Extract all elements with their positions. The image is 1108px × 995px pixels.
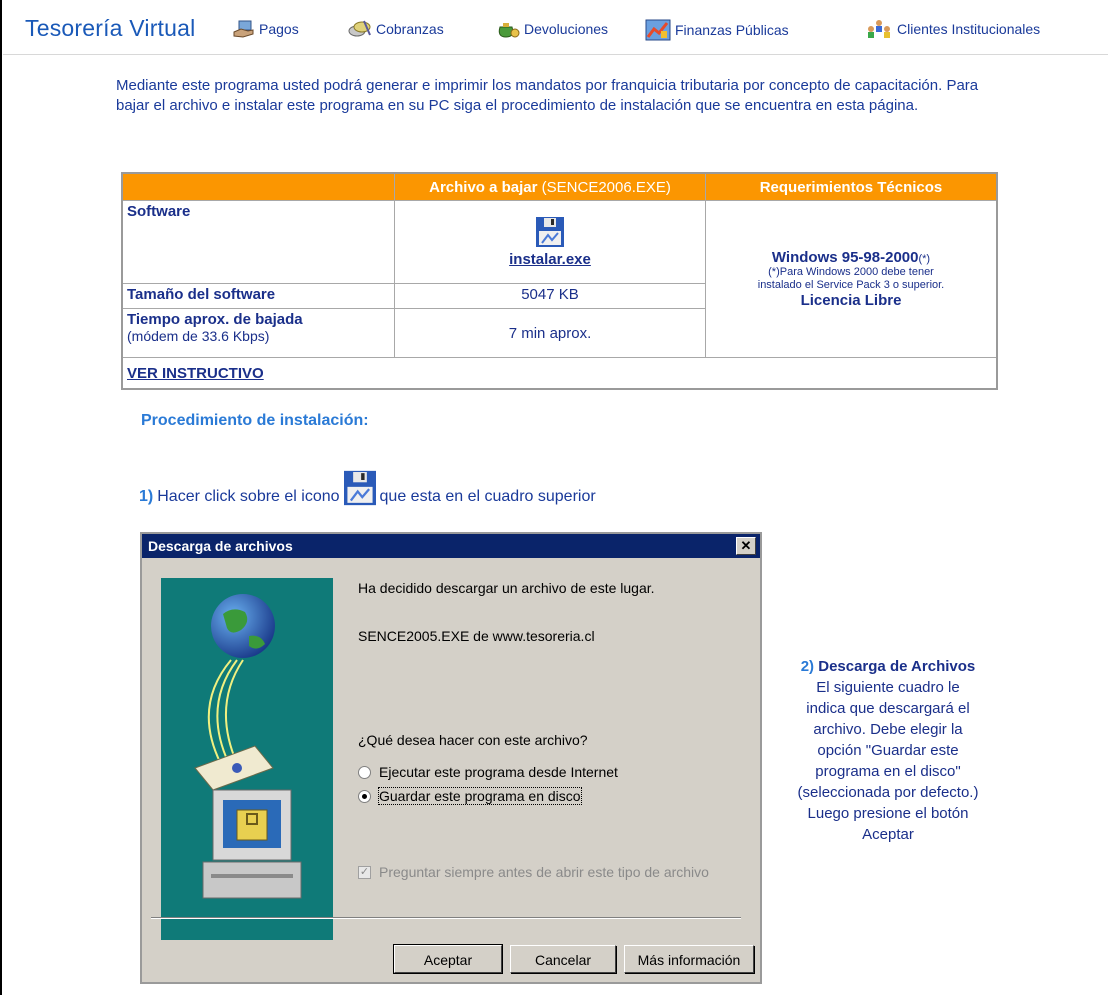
file-download-dialog: Descarga de archivos ✕ Ha decidido desca… <box>140 532 762 984</box>
table-header-row: Archivo a bajar (SENCE2006.EXE) Requerim… <box>121 172 998 201</box>
brand-title[interactable]: Tesorería Virtual <box>25 15 195 42</box>
nav-label: Pagos <box>259 21 299 37</box>
requirements-cell: Windows 95-98-2000(*) (*)Para Windows 20… <box>705 200 998 358</box>
step2-line: indica que descargará el <box>806 700 970 717</box>
checkbox-label: Preguntar siempre antes de abrir este ti… <box>379 864 709 880</box>
radio-label: Guardar este programa en disco <box>378 787 582 805</box>
checkmark-icon: ✓ <box>358 865 371 879</box>
download-illustration <box>161 578 333 940</box>
step1-instruction: 1) Hacer click sobre el icono que esta e… <box>139 470 596 506</box>
cancel-button[interactable]: Cancelar <box>510 945 616 973</box>
close-button[interactable]: ✕ <box>736 537 756 555</box>
always-ask-checkbox-row: ✓ Preguntar siempre antes de abrir este … <box>358 864 709 880</box>
accept-button[interactable]: Aceptar <box>393 944 503 974</box>
req-os: Windows 95-98-2000 <box>771 249 919 266</box>
header-empty-cell <box>121 172 395 201</box>
table-row: Software instalar.exe Windows 95-98-2000… <box>121 200 998 358</box>
money-bag-icon <box>498 23 520 38</box>
globe-computer-icon <box>194 594 302 899</box>
coins-icon <box>348 20 371 37</box>
step2-line: programa en el disco" <box>815 763 961 780</box>
dialog-title: Descarga de archivos <box>148 538 293 554</box>
instructivo-link[interactable]: VER INSTRUCTIVO <box>127 365 264 382</box>
procedure-title: Procedimiento de instalación: <box>141 412 369 429</box>
radio-label: Ejecutar este programa desde Internet <box>379 764 618 780</box>
row-label-time: Tiempo aprox. de bajada (módem de 33.6 K… <box>121 308 395 358</box>
left-frame-border <box>0 0 2 995</box>
row-label-time-sub: (módem de 33.6 Kbps) <box>127 328 270 344</box>
step2-line: El siguiente cuadro le <box>816 679 960 696</box>
download-cell: instalar.exe <box>394 200 706 284</box>
table-row: VER INSTRUCTIVO <box>121 357 998 390</box>
req-os-mark: (*) <box>918 253 931 265</box>
dialog-question: ¿Qué desea hacer con este archivo? <box>358 732 588 748</box>
radio-button[interactable] <box>358 765 371 779</box>
dialog-line-2: SENCE2005.EXE de www.tesoreria.cl <box>358 628 595 644</box>
dialog-title-bar: Descarga de archivos ✕ <box>142 534 760 558</box>
step1-number: 1) <box>139 488 154 505</box>
nav-pagos[interactable]: Pagos <box>233 19 299 39</box>
header-file-cell: Archivo a bajar (SENCE2006.EXE) <box>394 172 706 201</box>
nav-clientes-institucionales[interactable]: Clientes Institucionales <box>865 19 1040 39</box>
nav-finanzas-publicas[interactable]: Finanzas Públicas <box>645 19 789 41</box>
intro-paragraph: Mediante este programa usted podrá gener… <box>116 77 979 114</box>
download-table: Archivo a bajar (SENCE2006.EXE) Requerim… <box>121 172 998 390</box>
download-link[interactable]: instalar.exe <box>509 251 591 268</box>
step1-text-post: que esta en el cuadro superior <box>379 488 596 505</box>
req-note-line-1: (*)Para Windows 2000 debe tener <box>768 266 934 278</box>
floppy-disk-icon[interactable] <box>536 216 564 247</box>
radio-run-from-internet[interactable]: Ejecutar este programa desde Internet <box>358 764 618 780</box>
top-nav-bar: Tesorería Virtual Pagos Cobranzas Devolu… <box>3 0 1108 55</box>
radio-button-selected[interactable] <box>358 789 371 803</box>
radio-save-to-disk[interactable]: Guardar este programa en disco <box>358 787 582 805</box>
nav-label: Cobranzas <box>376 21 444 37</box>
step2-title-text: Descarga de Archivos <box>818 658 976 675</box>
size-value: 5047 KB <box>394 283 706 309</box>
floppy-disk-icon <box>343 470 376 506</box>
step1-text-pre: Hacer click sobre el icono <box>157 488 340 505</box>
step2-number: 2) <box>800 658 815 675</box>
dialog-separator <box>151 917 741 919</box>
hand-payment-icon <box>233 20 254 38</box>
step2-line: archivo. Debe elegir la <box>813 721 963 738</box>
req-note-line-2: instalado el Service Pack 3 o superior. <box>757 279 945 291</box>
instructivo-cell: VER INSTRUCTIVO <box>121 357 998 390</box>
step2-line: Luego presione el botón <box>807 805 969 822</box>
chart-icon <box>645 19 671 41</box>
header-requirements: Requerimientos Técnicos <box>705 172 998 201</box>
req-license: Licencia Libre <box>800 292 902 309</box>
step2-line: Aceptar <box>862 826 914 843</box>
time-value: 7 min aprox. <box>394 308 706 358</box>
more-info-button[interactable]: Más información <box>624 945 754 973</box>
step2-line: (seleccionada por defecto.) <box>797 784 979 801</box>
nav-label: Devoluciones <box>524 21 609 37</box>
row-label-size: Tamaño del software <box>121 283 395 309</box>
nav-label: Finanzas Públicas <box>675 22 789 38</box>
close-icon: ✕ <box>740 538 752 553</box>
dialog-line-1: Ha decidido descargar un archivo de este… <box>358 580 655 596</box>
step2-line: opción "Guardar este <box>817 742 959 759</box>
nav-label: Clientes Institucionales <box>897 21 1041 37</box>
header-file-name: (SENCE2006.EXE) <box>537 178 671 196</box>
people-icon <box>868 20 890 38</box>
header-file-label: Archivo a bajar <box>429 178 538 196</box>
row-label-software: Software <box>121 200 395 284</box>
step2-explanation: 2) Descarga de Archivos El siguiente cua… <box>768 656 1008 845</box>
row-label-time-title: Tiempo aprox. de bajada <box>127 311 303 328</box>
nav-cobranzas[interactable]: Cobranzas <box>348 19 444 39</box>
step2-title: 2) Descarga de Archivos <box>768 656 1008 677</box>
nav-devoluciones[interactable]: Devoluciones <box>494 19 608 39</box>
